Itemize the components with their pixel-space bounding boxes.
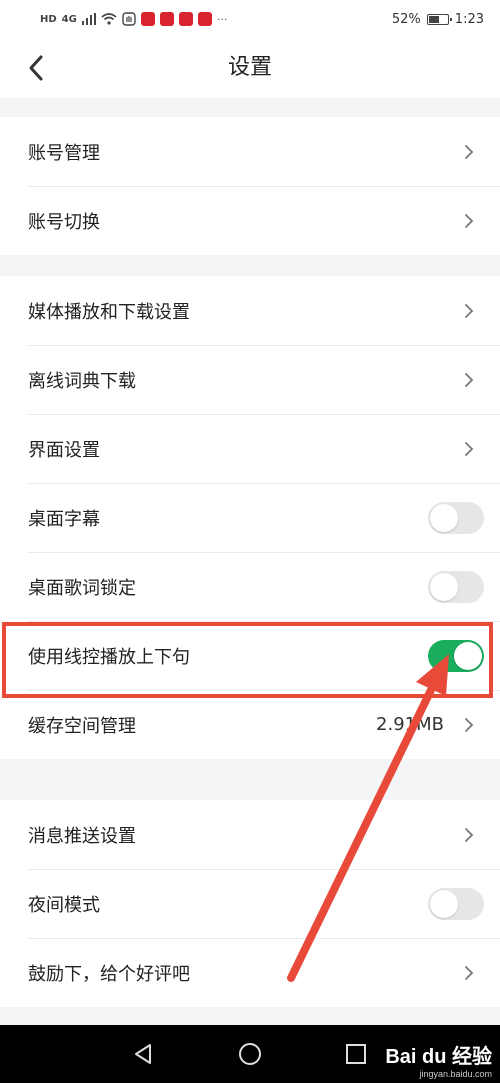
row-label: 账号管理 xyxy=(28,142,100,164)
settings-row-account-switch[interactable]: 账号切换 xyxy=(0,186,500,255)
circle-home-icon[interactable] xyxy=(235,1039,265,1069)
system-nav-bar: Bai du 经验 jingyan.baidu.com xyxy=(0,1025,500,1083)
row-label: 媒体播放和下载设置 xyxy=(28,301,190,323)
row-label: 桌面字幕 xyxy=(28,508,100,530)
chevron-right-icon xyxy=(465,144,474,159)
row-label: 账号切换 xyxy=(28,211,100,233)
settings-row-night-mode: 夜间模式 xyxy=(0,869,500,938)
toggle-knob xyxy=(430,572,458,601)
clock: 1:23 xyxy=(454,11,484,27)
settings-row-desktop-subtitles: 桌面字幕 xyxy=(0,483,500,552)
chevron-right-icon xyxy=(465,372,474,387)
signal-tag: 4G xyxy=(61,13,77,25)
more-notifications: ··· xyxy=(216,12,228,26)
row-label: 消息推送设置 xyxy=(28,825,136,847)
settings-group-playback: 媒体播放和下载设置 离线词典下载 界面设置 桌面字幕 桌面歌词锁定 使用线控播放… xyxy=(0,276,500,759)
desktop-subtitles-toggle[interactable] xyxy=(428,501,484,534)
triangle-back-icon[interactable] xyxy=(128,1039,158,1069)
settings-row-rate-app[interactable]: 鼓励下，给个好评吧 xyxy=(0,938,500,1007)
chevron-right-icon xyxy=(465,441,474,456)
row-label: 缓存空间管理 xyxy=(28,715,136,737)
toggle-knob xyxy=(430,889,458,918)
settings-row-media-download[interactable]: 媒体播放和下载设置 xyxy=(0,276,500,345)
chevron-right-icon xyxy=(465,717,474,732)
app-notification-icon xyxy=(178,12,193,26)
chevron-left-icon xyxy=(29,55,43,81)
settings-group-other: 消息推送设置 夜间模式 鼓励下，给个好评吧 xyxy=(0,800,500,1007)
status-bar: HD 4G ··· 52% 1:23 xyxy=(0,0,500,38)
chevron-right-icon xyxy=(465,213,474,228)
status-bar-right: 52% 1:23 xyxy=(392,12,500,27)
wifi-icon xyxy=(101,13,117,25)
settings-group-account: 账号管理 账号切换 xyxy=(0,117,500,255)
watermark-url: jingyan.baidu.com xyxy=(419,1069,492,1079)
settings-row-desktop-lyrics-lock: 桌面歌词锁定 xyxy=(0,552,500,621)
signal-icon xyxy=(81,13,96,25)
app-header: 设置 xyxy=(0,38,500,98)
cache-size-value: 2.91MB xyxy=(376,714,444,735)
wired-control-toggle[interactable] xyxy=(428,639,484,672)
settings-row-wired-control: 使用线控播放上下句 xyxy=(0,621,500,690)
hand-icon xyxy=(122,12,136,26)
app-notification-icon xyxy=(159,12,174,26)
network-tag: HD xyxy=(40,13,57,25)
baidu-jingyan-watermark: Bai du 经验 jingyan.baidu.com xyxy=(385,1040,492,1079)
row-label: 界面设置 xyxy=(28,439,100,461)
row-label: 离线词典下载 xyxy=(28,370,136,392)
settings-row-account-management[interactable]: 账号管理 xyxy=(0,117,500,186)
row-label: 使用线控播放上下句 xyxy=(28,646,190,668)
back-button[interactable] xyxy=(20,48,60,88)
row-label: 鼓励下，给个好评吧 xyxy=(28,963,190,985)
night-mode-toggle[interactable] xyxy=(428,887,484,920)
watermark-logo: Bai du 经验 xyxy=(385,1046,492,1068)
settings-row-interface[interactable]: 界面设置 xyxy=(0,414,500,483)
toggle-knob xyxy=(430,503,458,532)
settings-row-push-notifications[interactable]: 消息推送设置 xyxy=(0,800,500,869)
page-title: 设置 xyxy=(227,55,272,80)
app-notification-icon xyxy=(140,12,155,26)
desktop-lyrics-lock-toggle[interactable] xyxy=(428,570,484,603)
battery-percent: 52% xyxy=(391,11,421,27)
settings-row-offline-dictionary[interactable]: 离线词典下载 xyxy=(0,345,500,414)
settings-row-cache-management[interactable]: 缓存空间管理 2.91MB xyxy=(0,690,500,759)
toggle-knob xyxy=(454,641,482,670)
chevron-right-icon xyxy=(465,303,474,318)
square-recents-icon[interactable] xyxy=(341,1039,371,1069)
row-label: 桌面歌词锁定 xyxy=(28,577,136,599)
battery-icon xyxy=(426,13,452,25)
chevron-right-icon xyxy=(465,827,474,842)
chevron-right-icon xyxy=(465,965,474,980)
row-label: 夜间模式 xyxy=(28,894,100,916)
status-bar-left: HD 4G ··· xyxy=(0,12,227,26)
app-notification-icon xyxy=(197,12,212,26)
